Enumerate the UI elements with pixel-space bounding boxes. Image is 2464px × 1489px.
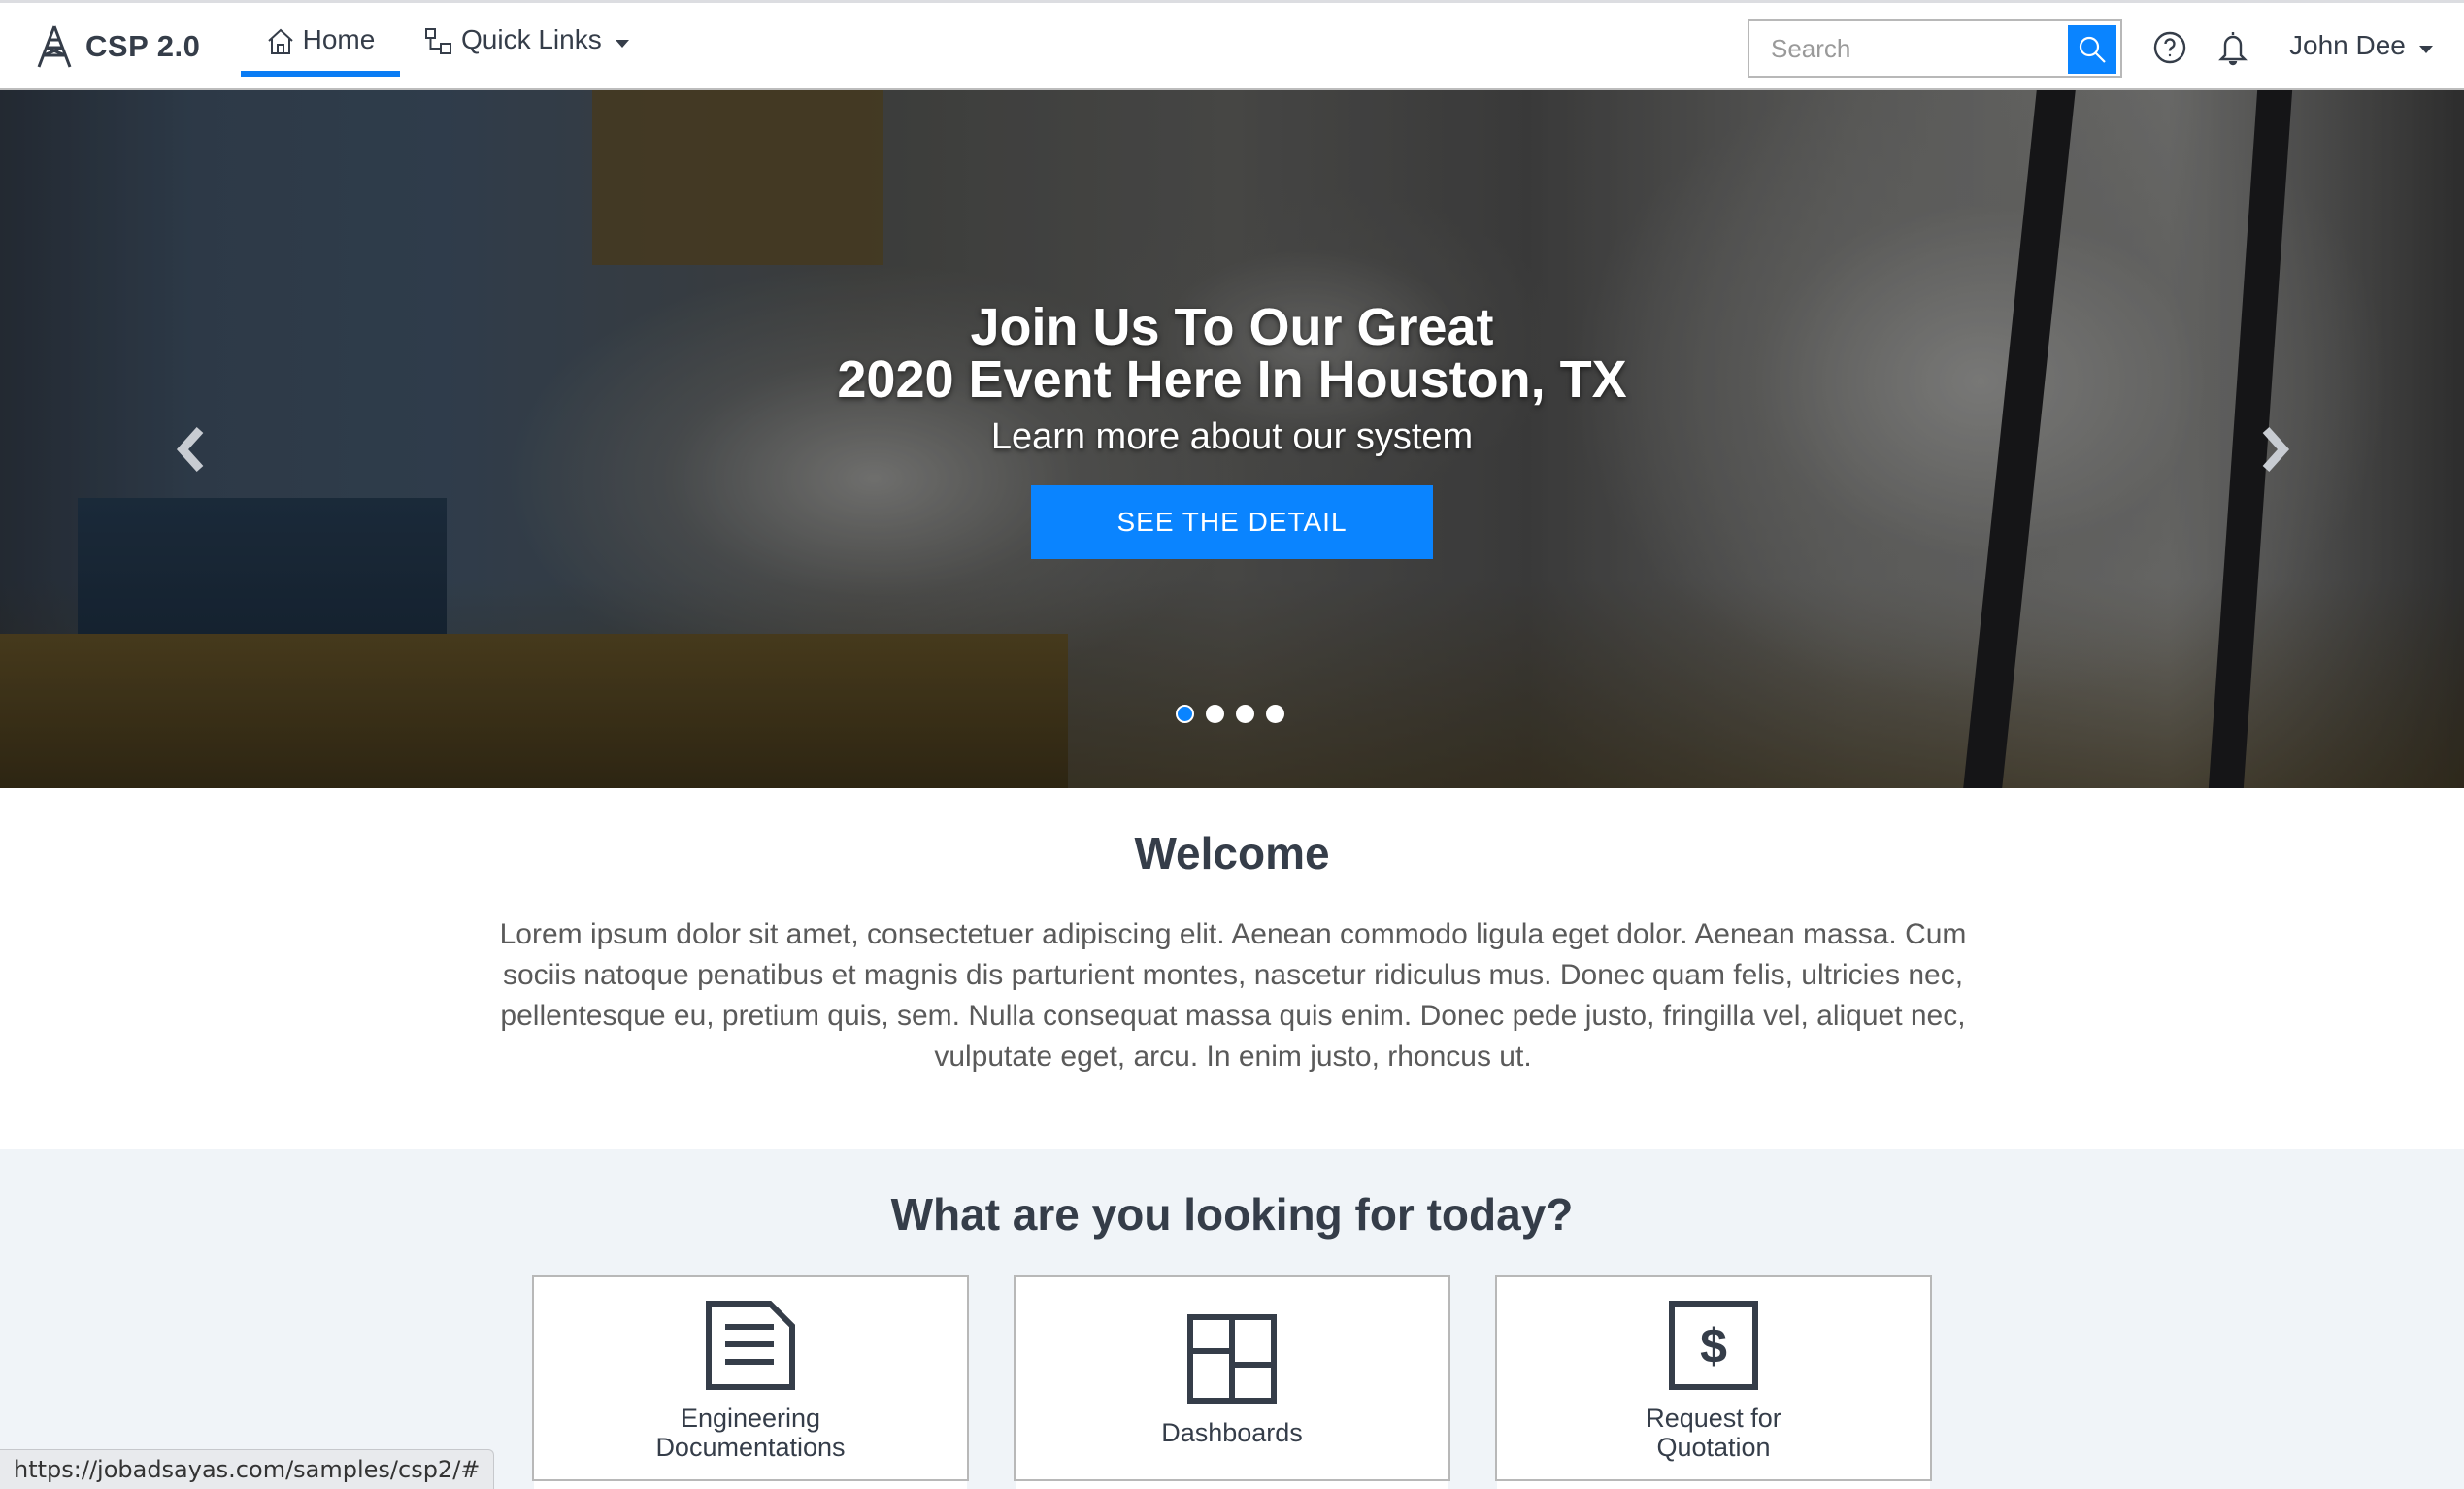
dollar-document-icon: $ <box>1669 1301 1758 1390</box>
hero-title-line1: Join Us To Our Great <box>970 298 1494 356</box>
top-navbar: CSP 2.0 Home Quick Links John Dee <box>0 0 2464 90</box>
quick-access-section: What are you looking for today? Engineer… <box>0 1149 2464 1489</box>
card-label: Documentations <box>655 1433 846 1462</box>
card-dashboards[interactable]: Dashboards <box>1014 1275 1450 1489</box>
card-divider <box>1016 1479 1448 1489</box>
card-divider <box>534 1479 967 1489</box>
user-name: John Dee <box>2289 30 2406 60</box>
search-icon <box>2079 36 2106 63</box>
user-menu[interactable]: John Dee <box>2289 30 2433 61</box>
carousel-dot[interactable] <box>1266 705 1284 723</box>
browser-status-url: https://jobadsayas.com/samples/csp2/# <box>0 1449 495 1489</box>
hero-subtitle: Learn more about our system <box>990 416 1474 457</box>
card-label: Request for <box>1646 1404 1781 1433</box>
tab-quick-links-label: Quick Links <box>461 24 602 54</box>
card-divider <box>1497 1479 1930 1489</box>
search-box <box>1748 19 2122 78</box>
welcome-heading: Welcome <box>1134 828 1330 878</box>
card-engineering-documentations[interactable]: Engineering Documentations <box>532 1275 969 1489</box>
chevron-left-icon[interactable] <box>167 420 216 479</box>
app-logo[interactable]: CSP 2.0 <box>35 22 200 71</box>
see-detail-button[interactable]: SEE THE DETAIL <box>1031 485 1433 559</box>
hero-carousel: Join Us To Our Great 2020 Event Here In … <box>0 90 2464 788</box>
card-label: Dashboards <box>1161 1418 1303 1447</box>
document-icon <box>706 1301 795 1390</box>
carousel-dot[interactable] <box>1206 705 1224 723</box>
sitemap-icon <box>425 28 451 54</box>
carousel-dot[interactable] <box>1176 705 1194 723</box>
hero-title-line2: 2020 Event Here In Houston, TX <box>837 350 1627 409</box>
bell-icon[interactable] <box>2215 28 2250 67</box>
tab-home[interactable]: Home <box>241 24 400 77</box>
tower-icon <box>37 25 72 68</box>
tab-home-label: Home <box>302 24 376 54</box>
search-input[interactable] <box>1749 21 2070 76</box>
welcome-paragraph: Lorem ipsum dolor sit amet, consectetuer… <box>499 918 1967 1073</box>
home-icon <box>267 28 293 54</box>
tab-quick-links[interactable]: Quick Links <box>424 24 629 77</box>
quick-access-heading: What are you looking for today? <box>890 1189 1574 1240</box>
chevron-down-icon <box>2418 46 2433 53</box>
help-circle-icon[interactable] <box>2152 30 2187 65</box>
app-name: CSP 2.0 <box>85 29 201 63</box>
dashboard-icon <box>1187 1314 1277 1404</box>
chevron-down-icon <box>615 40 629 48</box>
search-button[interactable] <box>2068 25 2116 74</box>
card-label: Engineering <box>680 1404 821 1433</box>
card-label: Quotation <box>1656 1433 1771 1462</box>
carousel-dot[interactable] <box>1236 705 1254 723</box>
svg-text:$: $ <box>1700 1319 1727 1373</box>
card-request-for-quotation[interactable]: $ Request for Quotation <box>1495 1275 1932 1489</box>
chevron-right-icon[interactable] <box>2250 420 2299 479</box>
carousel-indicators <box>1176 705 1284 723</box>
